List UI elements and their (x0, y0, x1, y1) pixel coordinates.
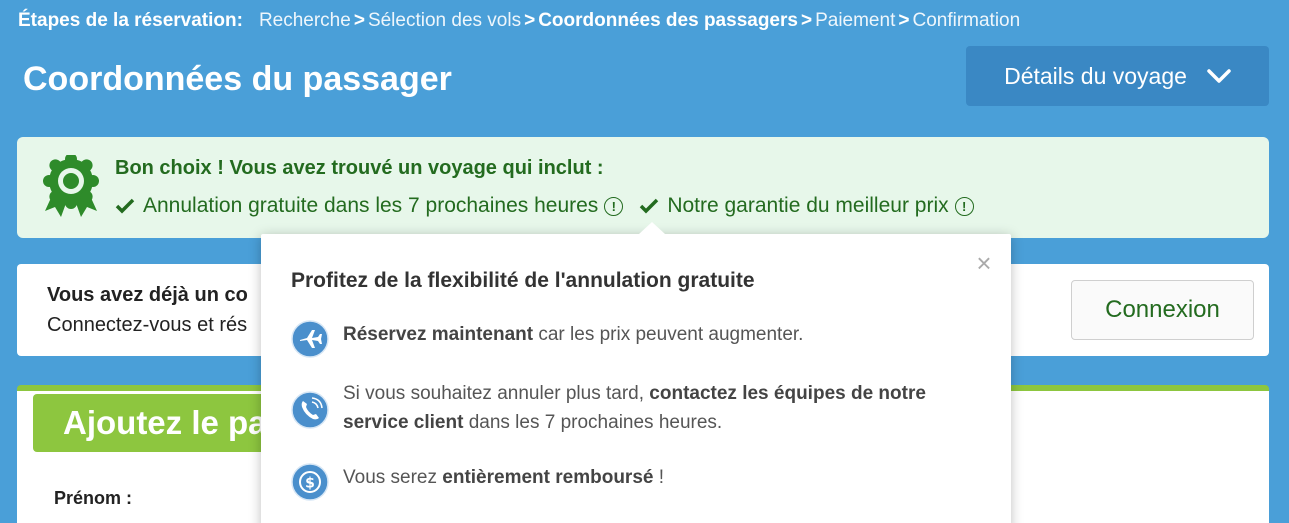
breadcrumb: Étapes de la réservation: Recherche > Sé… (18, 10, 1020, 32)
popover-row-refund: $ Vous serez entièrement remboursé ! (291, 463, 664, 501)
row-text: car les prix peuvent augmenter. (533, 324, 804, 345)
svg-text:$: $ (305, 476, 315, 492)
passenger-header-tab: Ajoutez le pa (33, 394, 293, 452)
row-bold-text: entièrement remboursé (442, 467, 654, 488)
breadcrumb-separator: > (800, 10, 813, 31)
check-icon (640, 198, 659, 214)
login-subtitle: Connectez-vous et rés (47, 314, 248, 336)
breadcrumb-step-recherche[interactable]: Recherche (259, 10, 351, 32)
banner-title: Bon choix ! Vous avez trouvé un voyage q… (115, 157, 604, 179)
breadcrumb-separator: > (353, 10, 365, 31)
breadcrumb-step-payment: Paiement (815, 10, 896, 31)
login-button[interactable]: Connexion (1071, 280, 1254, 340)
login-title: Vous avez déjà un co (47, 284, 248, 306)
popover-row-text: Si vous souhaitez annuler plus tard, con… (343, 379, 943, 437)
popover-arrow (639, 222, 665, 234)
plane-icon (291, 320, 329, 358)
breadcrumb-label: Étapes de la réservation: (18, 10, 243, 31)
row-text: Vous serez (343, 467, 443, 488)
popover-row-book-now: Réservez maintenant car les prix peuvent… (291, 320, 803, 358)
feature-free-cancellation: Annulation gratuite dans les 7 prochaine… (115, 194, 624, 218)
breadcrumb-separator: > (524, 10, 536, 31)
dollar-coin-icon: $ (291, 463, 329, 501)
phone-icon (291, 391, 329, 429)
first-name-label: Prénom : (54, 488, 133, 508)
popover-row-contact: Si vous souhaitez annuler plus tard, con… (291, 379, 943, 437)
row-text: Si vous souhaitez annuler plus tard, (343, 383, 650, 404)
popover-title: Profitez de la flexibilité de l'annulati… (291, 269, 755, 292)
close-icon[interactable]: × (973, 250, 995, 276)
award-badge-icon (43, 155, 99, 217)
free-cancellation-popover: × Profitez de la flexibilité de l'annula… (261, 222, 1011, 523)
info-icon[interactable]: ! (954, 196, 974, 216)
breadcrumb-step-selection[interactable]: Sélection des vols (368, 10, 521, 32)
breadcrumb-separator: > (898, 10, 910, 31)
breadcrumb-step-confirmation: Confirmation (912, 10, 1021, 31)
popover-row-text: Vous serez entièrement remboursé ! (343, 463, 664, 492)
check-icon (115, 198, 135, 214)
trip-details-button[interactable]: Détails du voyage (966, 46, 1269, 106)
info-icon[interactable]: ! (604, 196, 624, 216)
popover-row-text: Réservez maintenant car les prix peuvent… (343, 320, 803, 349)
page-title: Coordonnées du passager (23, 60, 452, 98)
chevron-down-icon (1207, 69, 1231, 83)
feature-label: Annulation gratuite dans les 7 prochaine… (143, 194, 599, 217)
passenger-section-title: Ajoutez le pa (63, 404, 267, 441)
breadcrumb-step-passengers: Coordonnées des passagers (538, 10, 798, 31)
row-text: ! (653, 467, 665, 488)
trip-details-label: Détails du voyage (1004, 62, 1187, 89)
row-bold-text: Réservez maintenant (343, 324, 534, 345)
feature-best-price: Notre garantie du meilleur prix ! (639, 194, 974, 218)
feature-label: Notre garantie du meilleur prix (667, 194, 949, 217)
banner-features: Annulation gratuite dans les 7 prochaine… (115, 194, 974, 218)
row-text: dans les 7 prochaines heures. (463, 412, 723, 433)
